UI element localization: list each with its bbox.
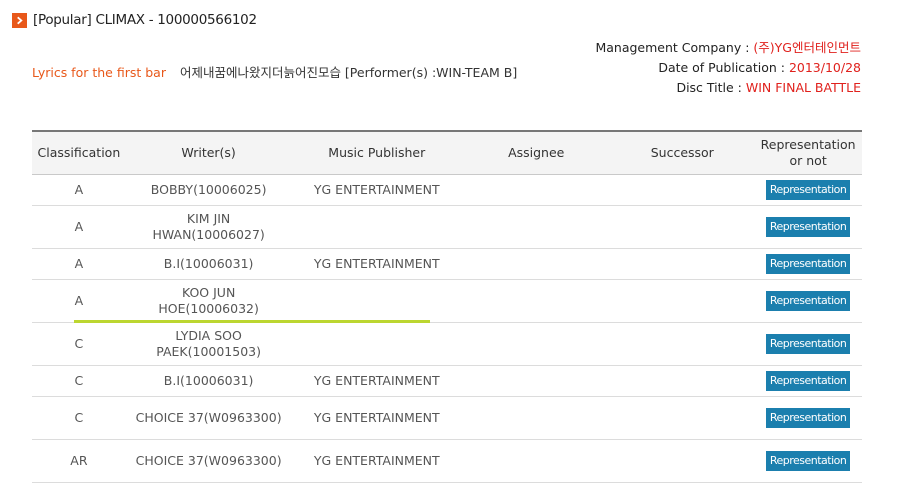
representation-button[interactable]: Representation — [765, 334, 851, 354]
disc-value: WIN FINAL BATTLE — [745, 80, 861, 95]
song-detail-page: [Popular] CLIMAX - 100000566102 Lyrics f… — [0, 0, 897, 495]
management-label: Management Company : — [595, 40, 754, 55]
representation-button[interactable]: Representation — [765, 451, 851, 471]
representation-button[interactable]: Representation — [765, 180, 851, 200]
date-value: 2013/10/28 — [788, 60, 861, 75]
cell-classification: C — [74, 373, 84, 388]
cell-assignee — [462, 206, 610, 249]
cell-successor — [610, 206, 754, 249]
cell-representation: Representation — [754, 249, 862, 280]
lyrics-row: Lyrics for the first bar 어제내꿈에나왔지더늙어진모습 … — [32, 62, 517, 81]
cell-successor — [610, 440, 754, 483]
cell-successor — [610, 323, 754, 366]
cell-publisher — [291, 280, 462, 323]
header-representation: Representation or not — [760, 137, 856, 168]
disc-label: Disc Title : — [676, 80, 746, 95]
cell-publisher: YG ENTERTAINMENT — [313, 453, 440, 468]
lyrics-label: Lyrics for the first bar — [32, 65, 166, 80]
cell-publisher — [291, 206, 462, 249]
cell-writer: KIM JIN HWAN(10006027) — [152, 211, 265, 242]
header-publisher: Music Publisher — [328, 145, 426, 160]
date-label: Date of Publication : — [658, 60, 789, 75]
lyrics-value: 어제내꿈에나왔지더늙어진모습 [Performer(s) :WIN-TEAM B… — [179, 65, 518, 80]
cell-classification: A — [74, 293, 84, 308]
cell-publisher: YG ENTERTAINMENT — [313, 182, 440, 197]
cell-assignee — [462, 440, 610, 483]
cell-writer: KOO JUN HOE(10006032) — [158, 285, 259, 316]
cell-writer: CHOICE 37(W0963300) — [135, 410, 282, 425]
table-row: C CHOICE 37(W0963300) YG ENTERTAINMENT R… — [32, 397, 862, 440]
song-title: [Popular] CLIMAX - 100000566102 — [33, 12, 257, 28]
rights-holders-table: Classification Writer(s) Music Publisher… — [32, 130, 862, 483]
header-successor: Successor — [650, 145, 714, 160]
cell-publisher: YG ENTERTAINMENT — [313, 256, 440, 271]
cell-publisher — [291, 323, 462, 366]
cell-representation: Representation — [754, 440, 862, 483]
table-row: AR CHOICE 37(W0963300) YG ENTERTAINMENT … — [32, 440, 862, 483]
cell-assignee — [462, 366, 610, 397]
table-row: C B.I(10006031) YG ENTERTAINMENT Represe… — [32, 366, 862, 397]
representation-button[interactable]: Representation — [765, 371, 851, 391]
cell-assignee — [462, 280, 610, 323]
cell-successor — [610, 175, 754, 206]
cell-publisher: YG ENTERTAINMENT — [313, 410, 440, 425]
management-value: (주)YG엔터테인먼트 — [753, 40, 861, 55]
cell-classification: A — [74, 219, 84, 234]
cell-publisher: YG ENTERTAINMENT — [313, 373, 440, 388]
cell-writer: CHOICE 37(W0963300) — [135, 453, 282, 468]
cell-classification: A — [74, 182, 84, 197]
representation-button[interactable]: Representation — [765, 254, 851, 274]
cell-writer: B.I(10006031) — [163, 256, 254, 271]
cell-assignee — [462, 175, 610, 206]
cell-classification: C — [74, 336, 84, 351]
table-header: Classification Writer(s) Music Publisher… — [32, 131, 862, 175]
chevron-right-icon — [12, 12, 27, 28]
cell-successor — [610, 280, 754, 323]
highlight-underline — [74, 320, 430, 323]
representation-button[interactable]: Representation — [765, 291, 851, 311]
cell-classification: AR — [70, 453, 88, 468]
title-row: [Popular] CLIMAX - 100000566102 — [12, 11, 257, 29]
cell-successor — [610, 397, 754, 440]
cell-writer: LYDIA SOO PAEK(10001503) — [156, 328, 261, 359]
cell-representation: Representation — [754, 323, 862, 366]
cell-assignee — [462, 249, 610, 280]
table-row: A KIM JIN HWAN(10006027) Representation — [32, 206, 862, 249]
cell-assignee — [462, 323, 610, 366]
cell-classification: A — [74, 256, 84, 271]
cell-assignee — [462, 397, 610, 440]
publication-date: Date of Publication : 2013/10/28 — [595, 58, 861, 78]
header-row: Classification Writer(s) Music Publisher… — [32, 131, 862, 175]
table-body: A BOBBY(10006025) YG ENTERTAINMENT Repre… — [32, 175, 862, 483]
cell-successor — [610, 366, 754, 397]
representation-button[interactable]: Representation — [765, 408, 851, 428]
cell-writer: B.I(10006031) — [163, 373, 254, 388]
cell-successor — [610, 249, 754, 280]
disc-title: Disc Title : WIN FINAL BATTLE — [595, 78, 861, 98]
cell-representation: Representation — [754, 366, 862, 397]
table-row: A B.I(10006031) YG ENTERTAINMENT Represe… — [32, 249, 862, 280]
header-writers: Writer(s) — [181, 145, 236, 160]
cell-representation: Representation — [754, 397, 862, 440]
table-row: A BOBBY(10006025) YG ENTERTAINMENT Repre… — [32, 175, 862, 206]
cell-representation: Representation — [754, 280, 862, 323]
cell-representation: Representation — [754, 206, 862, 249]
header-assignee: Assignee — [508, 145, 565, 160]
cell-writer: BOBBY(10006025) — [150, 182, 267, 197]
representation-button[interactable]: Representation — [765, 217, 851, 237]
header-classification: Classification — [37, 145, 121, 160]
management-company: Management Company : (주)YG엔터테인먼트 — [595, 38, 861, 58]
cell-representation: Representation — [754, 175, 862, 206]
cell-classification: C — [74, 410, 84, 425]
song-meta: Management Company : (주)YG엔터테인먼트 Date of… — [595, 38, 861, 98]
table-row: A KOO JUN HOE(10006032) Representation — [32, 280, 862, 323]
table-row: C LYDIA SOO PAEK(10001503) Representatio… — [32, 323, 862, 366]
